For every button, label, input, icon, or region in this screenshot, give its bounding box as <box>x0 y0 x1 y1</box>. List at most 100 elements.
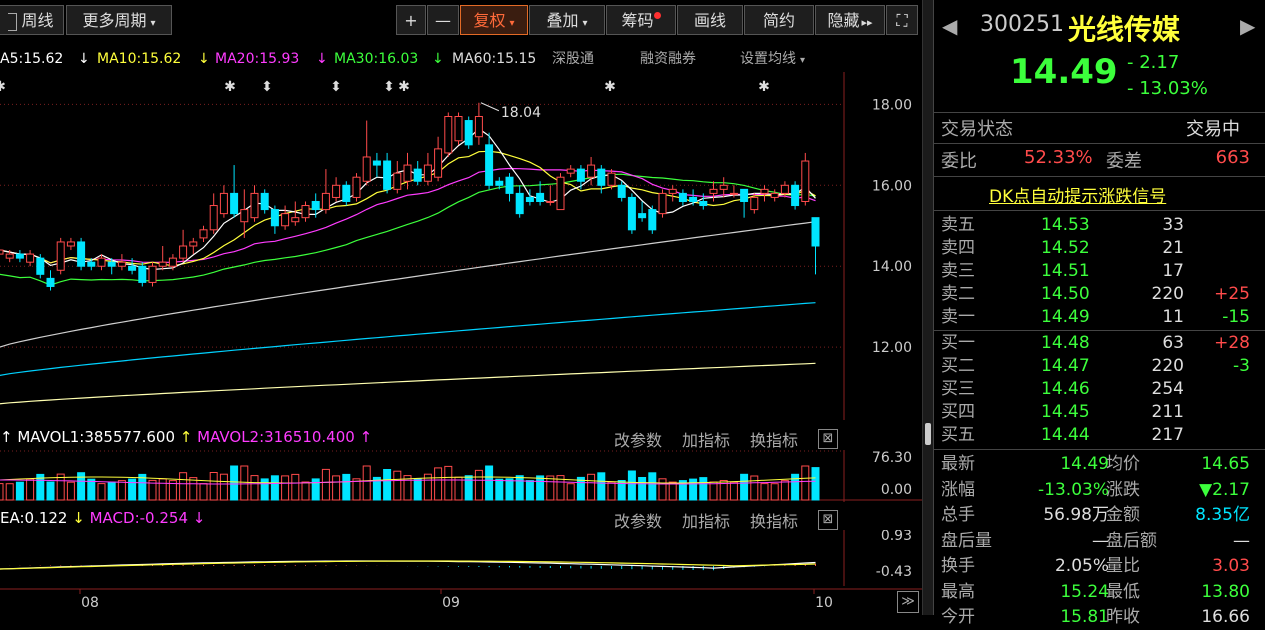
set-ma-dropdown[interactable]: 设置均线 ▾ <box>740 46 805 74</box>
stat-v1-3: — <box>1092 530 1109 551</box>
candle-body <box>332 184 341 198</box>
candle-body <box>607 172 616 186</box>
scroll-right-button[interactable]: ≫ <box>897 591 919 613</box>
resize-grip-icon[interactable] <box>925 423 931 445</box>
weicha-value: 663 <box>1215 147 1250 168</box>
ask-row[interactable]: 卖二 14.50 220 +25 <box>934 283 1265 306</box>
volume-close-button[interactable]: ⊠ <box>818 429 838 449</box>
ask-price: 14.49 <box>1041 307 1090 327</box>
bid-label: 买二 <box>941 356 975 376</box>
price-tick-label: 14.00 <box>872 259 912 275</box>
divider-line <box>934 449 1265 450</box>
close-icon: ⊠ <box>822 512 834 527</box>
overlay-dropdown[interactable]: 叠加 ▾ <box>529 5 605 35</box>
chips-button[interactable]: 筹码 <box>606 5 676 35</box>
stat-v1-2: 56.98万 <box>1043 505 1109 525</box>
candle-body <box>648 209 657 231</box>
chevron-down-icon: ▾ <box>150 18 156 29</box>
candle-body <box>66 241 75 247</box>
candle-body <box>87 261 96 267</box>
zoom-in-button[interactable]: + <box>396 5 426 35</box>
ask-label: 卖二 <box>941 284 975 304</box>
bid-row[interactable]: 买一 14.48 63 +28 <box>934 332 1265 355</box>
candle-body <box>454 116 463 142</box>
stat-l1-5: 最高 <box>941 581 975 602</box>
ma20-value: MA20:15.93 <box>215 51 300 67</box>
ma10-arrow-icon: ↓ <box>198 51 210 67</box>
macd-chart[interactable]: 0.93 -0.43 <box>0 530 922 586</box>
ma5-arrow-icon: ↓ <box>78 51 90 67</box>
price-change-pct: - 13.03% <box>1127 78 1208 99</box>
volume-bar <box>240 465 249 501</box>
stat-v2-5: 13.80 <box>1201 581 1250 602</box>
bid-volume: 220 <box>1151 356 1184 376</box>
candle-body <box>97 257 106 267</box>
simple-mode-button[interactable]: 简约 <box>744 5 814 35</box>
bid-row[interactable]: 买二 14.47 220 -3 <box>934 355 1265 378</box>
chart-area: 周线 更多周期 ▾ + — 复权 ▾ 叠加 ▾ 筹码 画线 简约 隐藏 ▸▸ ⛶ A5:… <box>0 0 922 615</box>
notification-dot-icon <box>653 12 661 19</box>
hide-button[interactable]: 隐藏 ▸▸ <box>815 5 885 35</box>
volume-change-params-button[interactable]: 改参数 <box>614 427 662 451</box>
candle-body <box>148 265 157 283</box>
zoom-out-button[interactable]: — <box>427 5 459 35</box>
more-periods-dropdown[interactable]: 更多周期 ▾ <box>66 5 172 35</box>
candle-body <box>209 205 218 231</box>
stat-v1-5: 15.24 <box>1060 581 1109 602</box>
ask-row[interactable]: 卖四 14.52 21 <box>934 237 1265 260</box>
macd-add-indicator-button[interactable]: 加指标 <box>682 508 730 532</box>
candle-body <box>117 261 126 267</box>
ask-label: 卖五 <box>941 215 975 235</box>
period-week-button[interactable]: 周线 <box>0 5 64 35</box>
signal-link[interactable]: DK点自动提示涨跌信号 <box>989 182 1166 207</box>
macd-switch-indicator-button[interactable]: 换指标 <box>750 508 798 532</box>
ask-volume: 220 <box>1151 284 1184 304</box>
ma20-arrow-icon: ↓ <box>316 51 328 67</box>
mavol1-arrow-icon: ↑ <box>0 428 18 446</box>
candle-body <box>587 164 596 178</box>
volume-bar <box>5 483 14 501</box>
macd-change-params-button[interactable]: 改参数 <box>614 508 662 532</box>
bid-row[interactable]: 买四 14.45 211 <box>934 401 1265 424</box>
ask-row[interactable]: 卖三 14.51 17 <box>934 260 1265 283</box>
candle-body <box>260 192 269 211</box>
bid-price: 14.46 <box>1041 379 1090 399</box>
ma30-arrow-icon: ↓ <box>432 51 444 67</box>
candle-body <box>760 188 769 194</box>
stat-v1-1: -13.03% <box>1038 479 1109 500</box>
volume-add-indicator-button[interactable]: 加指标 <box>682 427 730 451</box>
ask-row[interactable]: 卖一 14.49 11 -15 <box>934 306 1265 329</box>
draw-line-button[interactable]: 画线 <box>677 5 743 35</box>
volume-bar <box>566 483 575 501</box>
bid-row[interactable]: 买五 14.44 217 <box>934 424 1265 447</box>
stat-l2-3: 盘后额 <box>1106 530 1157 551</box>
price-chart[interactable]: 18.0016.0014.0012.00✱✱⬍⬍⬍✱✱✱18.04 <box>0 72 922 420</box>
ask-row[interactable]: 卖五 14.53 33 <box>934 214 1265 237</box>
bid-change: +28 <box>1214 333 1250 353</box>
candle-body <box>179 245 188 259</box>
volume-switch-indicator-button[interactable]: 换指标 <box>750 427 798 451</box>
bid-price: 14.48 <box>1041 333 1090 353</box>
fullscreen-button[interactable]: ⛶ <box>886 5 918 35</box>
fuquan-dropdown[interactable]: 复权 ▾ <box>460 5 528 35</box>
candle-body <box>556 176 565 211</box>
weibi-label: 委比 <box>941 151 977 172</box>
dea-arrow-icon: ↓ <box>72 509 90 527</box>
candle-body <box>240 209 249 223</box>
prev-stock-button[interactable]: ◀ <box>942 14 957 38</box>
weibi-value: 52.33% <box>1024 147 1093 168</box>
ask-volume: 11 <box>1162 307 1184 327</box>
candle-body <box>770 192 779 198</box>
price-tick-label: 18.00 <box>872 97 912 113</box>
next-stock-button[interactable]: ▶ <box>1240 14 1255 38</box>
bid-row[interactable]: 买三 14.46 254 <box>934 378 1265 401</box>
link-margin-trading[interactable]: 融资融券 <box>640 46 696 72</box>
bid-label: 买五 <box>941 425 975 445</box>
link-shengutong[interactable]: 深股通 <box>552 46 594 72</box>
stock-name: 光线传媒 <box>1068 13 1181 46</box>
price-tick-label: 16.00 <box>872 178 912 194</box>
volume-chart[interactable]: 76.30 0.00 <box>0 450 922 502</box>
event-marker-icon: ⬍ <box>330 79 342 95</box>
macd-close-button[interactable]: ⊠ <box>818 510 838 530</box>
stat-v2-0: 14.65 <box>1201 454 1250 474</box>
